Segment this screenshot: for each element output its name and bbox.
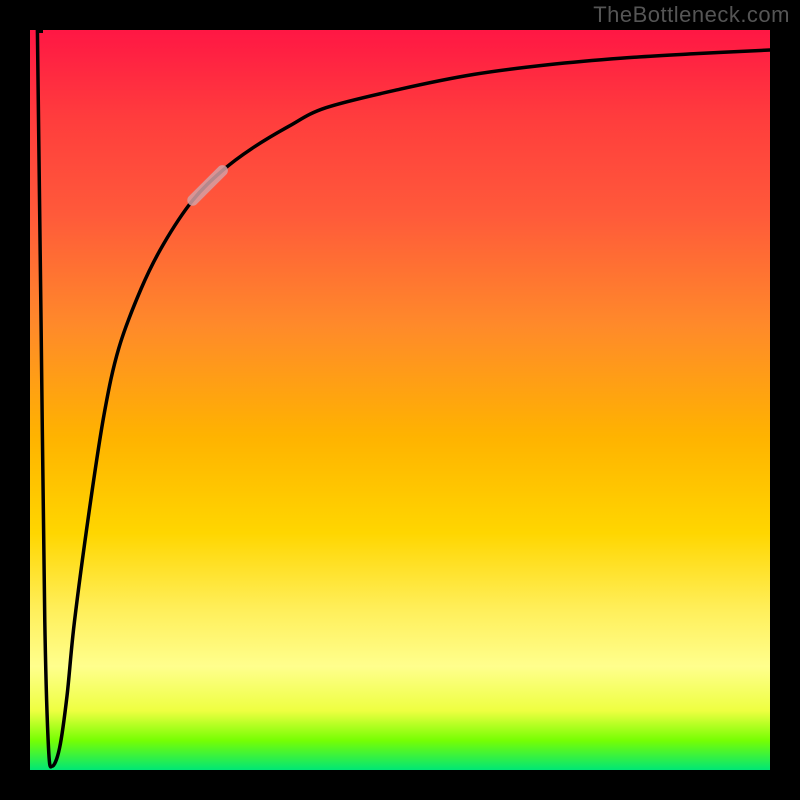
chart-container: TheBottleneck.com <box>0 0 800 800</box>
bottleneck-curve-path <box>37 30 770 767</box>
watermark-text: TheBottleneck.com <box>593 2 790 28</box>
curve-svg <box>30 30 770 770</box>
plot-area <box>30 30 770 770</box>
highlight-segment <box>193 171 223 201</box>
